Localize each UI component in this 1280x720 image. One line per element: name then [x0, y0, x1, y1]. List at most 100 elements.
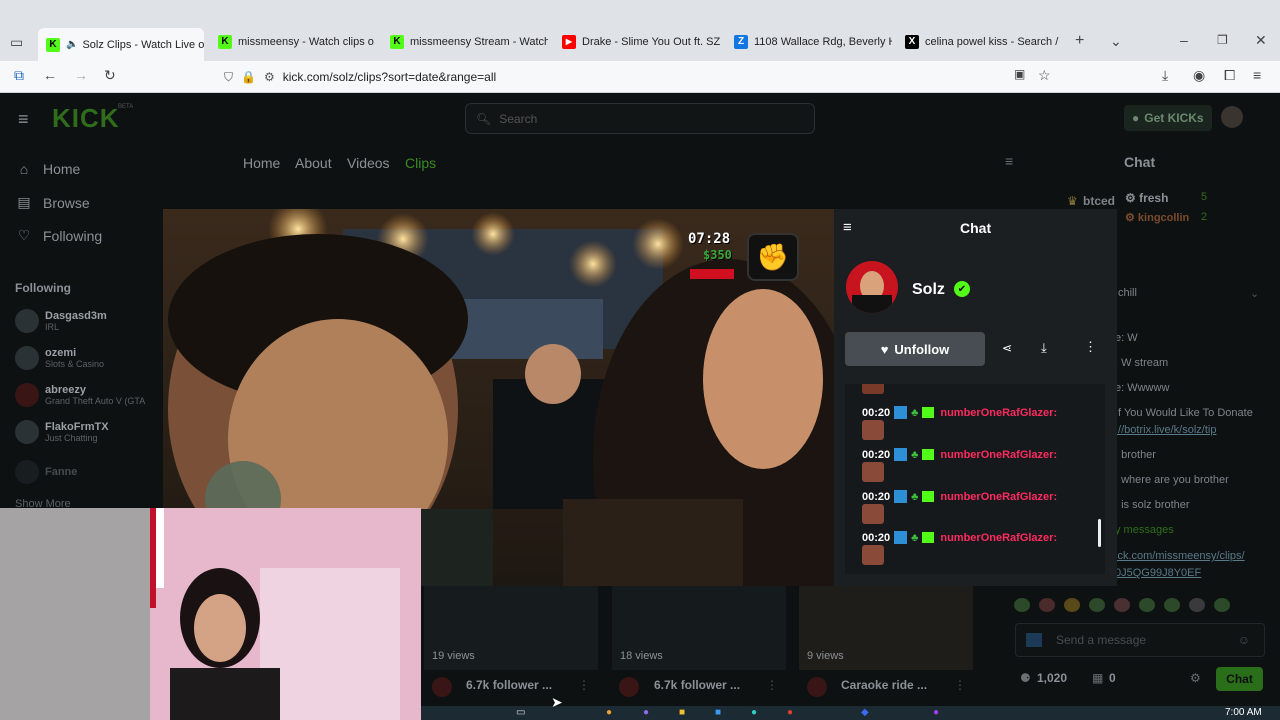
collapse-chat-icon[interactable]: ≡ [843, 219, 852, 236]
emote-icon[interactable] [1039, 598, 1055, 612]
account-icon[interactable]: ◉ [1193, 67, 1205, 84]
reader-view-icon[interactable]: ▣ [1014, 67, 1025, 81]
audio-icon[interactable]: 🔈 [66, 39, 78, 50]
emote-icon[interactable] [1139, 598, 1155, 612]
forward-icon[interactable]: → [74, 67, 88, 83]
chat-link[interactable]: ://botrix.live/k/solz/tip [1115, 424, 1216, 436]
badge-icon [894, 531, 908, 544]
send-chat-button[interactable]: Chat [1216, 667, 1263, 691]
tab-clips[interactable]: Clips [405, 155, 436, 171]
streamer-name[interactable]: Solz [912, 281, 945, 299]
chat-username[interactable]: numberOneRafGlazer: [940, 532, 1057, 544]
more-options-icon[interactable]: ⋮ [954, 678, 966, 692]
close-tab-icon[interactable]: × [1058, 35, 1063, 49]
app-icon[interactable]: ● [606, 707, 612, 718]
permissions-icon[interactable]: ⚙ [264, 70, 275, 84]
chat-link[interactable]: 0J5QG99J8Y0EF [1115, 567, 1201, 579]
menu-icon[interactable]: ≡ [1253, 67, 1261, 83]
emoji-icon[interactable]: ☺ [1238, 633, 1250, 647]
address-bar[interactable]: ⛉ 🔒 ⚙ kick.com/solz/clips?sort=date&rang… [224, 65, 1064, 89]
download-icon[interactable]: ⤓ [1041, 340, 1047, 356]
user-avatar[interactable] [1221, 106, 1243, 128]
tab-title: Drake - Slime You Out ft. SZ [582, 35, 720, 48]
emote-icon[interactable] [1164, 598, 1180, 612]
following-channel[interactable]: Fanne [15, 460, 77, 484]
chat-input[interactable]: Send a message ☺ [1015, 623, 1265, 657]
emote-icon[interactable] [1089, 598, 1105, 612]
chat-link[interactable]: ick.com/missmeensy/clips/ [1115, 550, 1245, 562]
tab-list-icon[interactable]: ▭ [10, 34, 23, 51]
clip-title[interactable]: 6.7k follower ... [466, 678, 552, 692]
close-tab-icon[interactable]: × [374, 35, 376, 49]
streamer-avatar[interactable] [846, 261, 898, 313]
hamburger-icon[interactable]: ≡ [18, 109, 29, 130]
sidebar-item-home[interactable]: ⌂ Home [15, 161, 81, 177]
unfollow-button[interactable]: ♥ Unfollow [845, 332, 985, 366]
new-tab-icon[interactable]: + [1075, 32, 1084, 50]
app-icon[interactable]: ◆ [861, 707, 869, 718]
clip-thumbnail[interactable]: 18 views [612, 586, 786, 670]
tab-zillow[interactable]: Z 1108 Wallace Rdg, Beverly H × [726, 28, 892, 55]
extensions-icon[interactable]: ⧠ [1224, 67, 1235, 84]
sidebar-item-browse[interactable]: ▤ Browse [15, 194, 89, 211]
chevron-down-icon[interactable]: ⌄ [1250, 287, 1259, 300]
following-channel[interactable]: abreezy Grand Theft Auto V (GTA [15, 383, 145, 407]
emote-icon[interactable] [1014, 598, 1030, 612]
restore-icon[interactable]: ❐ [1217, 33, 1228, 47]
tab-youtube[interactable]: ▶ Drake - Slime You Out ft. SZ × [554, 28, 720, 55]
taskbar-clock[interactable]: 7:00 AM [1225, 707, 1262, 718]
clip-title[interactable]: 6.7k follower ... [654, 678, 740, 692]
shield-icon[interactable]: ⛉ [224, 70, 233, 85]
tab-overflow-icon[interactable]: ⌄ [1110, 33, 1122, 50]
chrome-icon[interactable]: ● [787, 707, 793, 718]
clip-thumbnail[interactable]: 9 views [799, 586, 973, 670]
search-input[interactable]: 🔍︎ Search [465, 103, 815, 134]
emote-picker-icon[interactable] [1026, 633, 1042, 647]
search-taskbar-icon[interactable]: ▭ [516, 707, 525, 718]
sidebar-item-following[interactable]: ♡ Following [15, 227, 102, 244]
app-icon[interactable]: ● [643, 707, 649, 718]
tab-home[interactable]: Home [243, 155, 280, 171]
reload-icon[interactable]: ↻ [104, 67, 116, 84]
more-options-icon[interactable]: ⋮ [1084, 339, 1097, 355]
bookmark-star-icon[interactable]: ☆ [1038, 67, 1051, 84]
back-icon[interactable]: ← [43, 67, 57, 83]
tab-x-search[interactable]: X celina powel kiss - Search / × [897, 28, 1063, 55]
share-icon[interactable]: ⋖ [1002, 341, 1012, 355]
get-kicks-button[interactable]: ● Get KICKs [1124, 105, 1212, 131]
lock-icon[interactable]: 🔒 [241, 70, 256, 84]
emote-icon[interactable] [1064, 598, 1080, 612]
folder-icon[interactable]: ■ [679, 707, 685, 718]
close-window-icon[interactable]: ✕ [1255, 32, 1267, 49]
store-icon[interactable]: ■ [715, 707, 721, 718]
tab-missmeensy-clips[interactable]: K missmeensy - Watch clips o × [210, 28, 376, 55]
tab-videos[interactable]: Videos [347, 155, 390, 171]
tab-about[interactable]: About [295, 155, 332, 171]
downloads-icon[interactable]: ⤓ [1162, 67, 1168, 84]
collections-icon[interactable]: ⧉ [14, 67, 24, 84]
chat-username[interactable]: numberOneRafGlazer: [940, 491, 1057, 503]
kick-logo[interactable]: KICK [52, 103, 120, 134]
edge-icon[interactable]: ● [751, 707, 757, 718]
emote-icon[interactable] [1189, 598, 1205, 612]
following-channel[interactable]: Dasgasd3m IRL [15, 309, 107, 333]
following-channel[interactable]: FlakoFrmTX Just Chatting [15, 420, 109, 444]
chat-username[interactable]: numberOneRafGlazer: [940, 407, 1057, 419]
tab-missmeensy-stream[interactable]: K missmeensy Stream - Watch × [382, 28, 548, 55]
more-options-icon[interactable]: ⋮ [578, 678, 590, 692]
app-icon[interactable]: ● [933, 707, 939, 718]
chat-scrollbar[interactable] [1098, 519, 1101, 547]
more-options-icon[interactable]: ⋮ [766, 678, 778, 692]
following-channel[interactable]: ozemi Slots & Casino [15, 346, 104, 370]
emote-icon[interactable] [1114, 598, 1130, 612]
url-text[interactable]: kick.com/solz/clips?sort=date&range=all [283, 70, 496, 84]
minimize-icon[interactable]: – [1180, 32, 1188, 48]
settings-gear-icon[interactable]: ⚙ [1190, 671, 1201, 685]
clip-thumbnail[interactable]: 19 views [424, 586, 598, 670]
tab-solz-clips[interactable]: K 🔈 Solz Clips - Watch Live o × [38, 28, 204, 61]
collapse-chat-icon[interactable]: ≡ [1005, 153, 1013, 169]
emote-icon[interactable] [1214, 598, 1230, 612]
gift-icon[interactable]: ▦ [1092, 671, 1103, 685]
chat-username[interactable]: numberOneRafGlazer: [940, 449, 1057, 461]
clip-title[interactable]: Caraoke ride ... [841, 678, 927, 692]
